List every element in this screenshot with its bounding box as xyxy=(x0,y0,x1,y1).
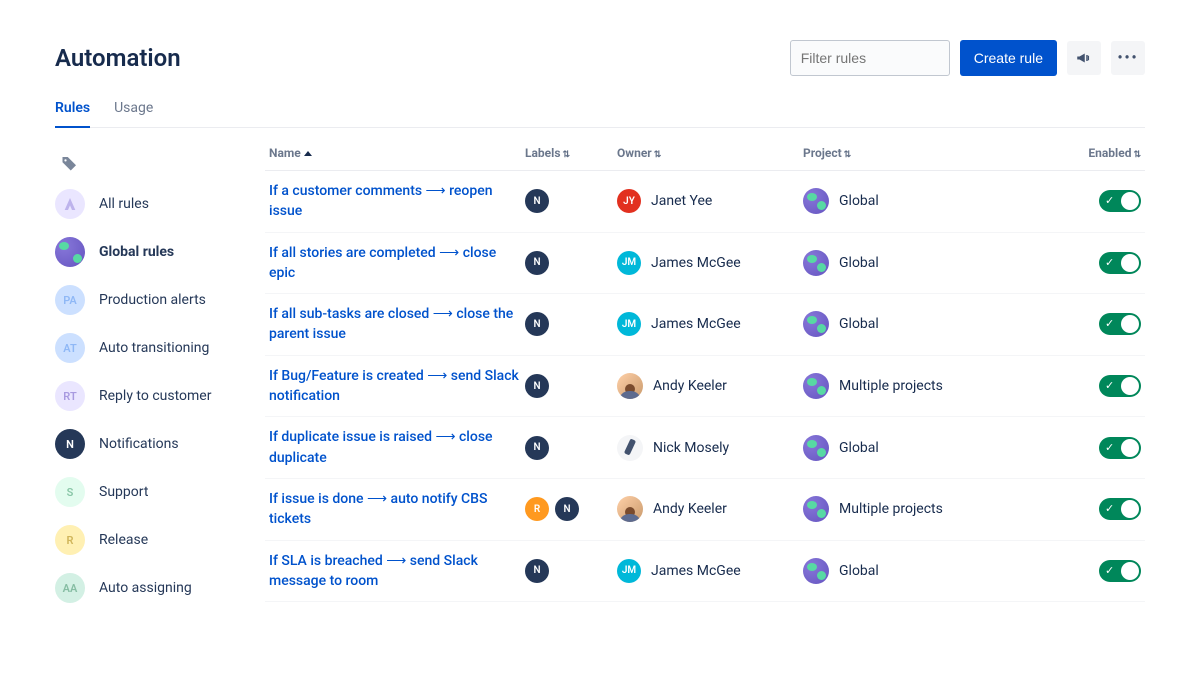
create-rule-button[interactable]: Create rule xyxy=(960,40,1057,76)
enabled-toggle[interactable]: ✓ xyxy=(1099,190,1141,212)
page-title: Automation xyxy=(55,44,181,72)
sidebar-item-label: Auto transitioning xyxy=(99,340,209,356)
table-row: If SLA is breached ⟶ send Slack message … xyxy=(265,541,1145,603)
sidebar-item-label: Auto assigning xyxy=(99,580,192,596)
sidebar-item-label: Notifications xyxy=(99,436,179,452)
project-name: Global xyxy=(839,255,879,271)
owner-name: Nick Mosely xyxy=(653,440,729,456)
sidebar-item-label: Release xyxy=(99,532,148,548)
enabled-toggle[interactable]: ✓ xyxy=(1099,252,1141,274)
label-avatar: AT xyxy=(55,333,85,363)
globe-icon xyxy=(803,373,829,399)
table-row: If a customer comments ⟶ reopen issue N JY… xyxy=(265,171,1145,233)
label-avatar: R xyxy=(55,525,85,555)
globe-icon xyxy=(803,435,829,461)
project-name: Global xyxy=(839,440,879,456)
owner-avatar xyxy=(617,496,643,522)
owner-name: James McGee xyxy=(651,316,741,332)
owner-name: James McGee xyxy=(651,563,741,579)
sidebar-item-auto-transitioning[interactable]: AT Auto transitioning xyxy=(55,324,265,372)
sidebar-item-label: All rules xyxy=(99,196,149,212)
owner-avatar xyxy=(617,435,643,461)
project-name: Multiple projects xyxy=(839,501,943,517)
owner-avatar: JY xyxy=(617,189,641,213)
sidebar-item-production-alerts[interactable]: PA Production alerts xyxy=(55,276,265,324)
globe-icon xyxy=(55,237,85,267)
col-header-project[interactable]: Project⇅ xyxy=(803,146,1071,160)
owner-name: James McGee xyxy=(651,255,741,271)
enabled-toggle[interactable]: ✓ xyxy=(1099,560,1141,582)
globe-icon xyxy=(803,558,829,584)
sort-asc-icon xyxy=(304,151,312,156)
label-chip[interactable]: N xyxy=(525,312,549,336)
sidebar-item-release[interactable]: R Release xyxy=(55,516,265,564)
project-name: Global xyxy=(839,563,879,579)
label-chip[interactable]: N xyxy=(555,497,579,521)
more-actions-icon[interactable]: ••• xyxy=(1111,41,1145,75)
owner-avatar: JM xyxy=(617,251,641,275)
label-avatar: AA xyxy=(55,573,85,603)
sidebar-item-label: Reply to customer xyxy=(99,388,211,404)
globe-icon xyxy=(803,496,829,522)
table-row: If Bug/Feature is created ⟶ send Slack n… xyxy=(265,356,1145,418)
table-row: If duplicate issue is raised ⟶ close dup… xyxy=(265,417,1145,479)
label-chip[interactable]: N xyxy=(525,251,549,275)
tab-usage[interactable]: Usage xyxy=(114,100,153,128)
sidebar-item-label: Global rules xyxy=(99,244,174,260)
sidebar-item-notifications[interactable]: N Notifications xyxy=(55,420,265,468)
label-avatar: RT xyxy=(55,381,85,411)
globe-icon xyxy=(803,250,829,276)
rule-link[interactable]: If issue is done ⟶ auto notify CBS ticke… xyxy=(269,491,488,527)
col-header-enabled[interactable]: Enabled⇅ xyxy=(1071,146,1141,160)
sidebar-item-reply-to-customer[interactable]: RT Reply to customer xyxy=(55,372,265,420)
globe-icon xyxy=(803,188,829,214)
globe-icon xyxy=(803,311,829,337)
rule-link[interactable]: If duplicate issue is raised ⟶ close dup… xyxy=(269,429,493,465)
enabled-toggle[interactable]: ✓ xyxy=(1099,375,1141,397)
col-header-owner[interactable]: Owner⇅ xyxy=(617,146,803,160)
owner-name: Janet Yee xyxy=(651,193,712,209)
col-header-name[interactable]: Name xyxy=(269,146,525,160)
sidebar-item-support[interactable]: S Support xyxy=(55,468,265,516)
sidebar-item-all-rules[interactable]: All rules xyxy=(55,180,265,228)
project-name: Multiple projects xyxy=(839,378,943,394)
label-chip[interactable]: N xyxy=(525,189,549,213)
filter-rules-input[interactable] xyxy=(790,40,950,76)
atlassian-icon xyxy=(55,189,85,219)
label-chip[interactable]: N xyxy=(525,374,549,398)
label-chip[interactable]: N xyxy=(525,559,549,583)
tag-icon xyxy=(55,154,85,172)
label-avatar: S xyxy=(55,477,85,507)
owner-name: Andy Keeler xyxy=(653,378,727,394)
project-name: Global xyxy=(839,193,879,209)
label-avatar: N xyxy=(55,429,85,459)
label-chip[interactable]: R xyxy=(525,497,549,521)
enabled-toggle[interactable]: ✓ xyxy=(1099,498,1141,520)
table-row: If all sub-tasks are closed ⟶ close the … xyxy=(265,294,1145,356)
sidebar-item-global-rules[interactable]: Global rules xyxy=(55,228,265,276)
rule-link[interactable]: If all sub-tasks are closed ⟶ close the … xyxy=(269,306,513,342)
rule-link[interactable]: If SLA is breached ⟶ send Slack message … xyxy=(269,553,478,589)
labels-header xyxy=(55,146,265,180)
enabled-toggle[interactable]: ✓ xyxy=(1099,437,1141,459)
enabled-toggle[interactable]: ✓ xyxy=(1099,313,1141,335)
col-header-labels[interactable]: Labels⇅ xyxy=(525,146,617,160)
owner-avatar: JM xyxy=(617,559,641,583)
owner-avatar xyxy=(617,373,643,399)
sidebar-item-label: Support xyxy=(99,484,148,500)
project-name: Global xyxy=(839,316,879,332)
table-row: If issue is done ⟶ auto notify CBS ticke… xyxy=(265,479,1145,541)
owner-name: Andy Keeler xyxy=(653,501,727,517)
rule-link[interactable]: If all stories are completed ⟶ close epi… xyxy=(269,245,496,281)
announcement-icon[interactable] xyxy=(1067,41,1101,75)
table-row: If all stories are completed ⟶ close epi… xyxy=(265,233,1145,295)
rule-link[interactable]: If Bug/Feature is created ⟶ send Slack n… xyxy=(269,368,519,404)
sidebar-item-auto-assigning[interactable]: AA Auto assigning xyxy=(55,564,265,612)
label-chip[interactable]: N xyxy=(525,436,549,460)
rule-link[interactable]: If a customer comments ⟶ reopen issue xyxy=(269,183,493,219)
tab-rules[interactable]: Rules xyxy=(55,100,90,128)
owner-avatar: JM xyxy=(617,312,641,336)
label-avatar: PA xyxy=(55,285,85,315)
sidebar-item-label: Production alerts xyxy=(99,292,206,308)
